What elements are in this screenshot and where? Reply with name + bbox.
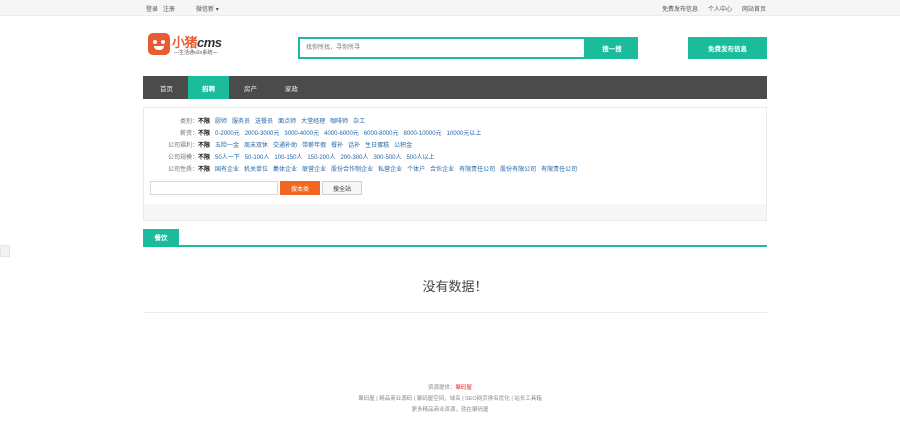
filter-option[interactable]: 公积金	[394, 140, 412, 149]
filter-label: 公司性质：	[167, 167, 198, 173]
filter-option[interactable]: 200-300人	[340, 152, 368, 161]
filter-option[interactable]: 股份合作制企业	[331, 164, 373, 173]
wechat-dropdown[interactable]: 微信新 ▾	[196, 4, 219, 13]
empty-message: 没有数据！	[422, 280, 488, 295]
footer-credit-link[interactable]: 聚码屋	[456, 385, 473, 391]
top-link-home[interactable]: 网站首页	[742, 4, 766, 13]
filter-label: 薪资：	[179, 131, 198, 137]
pig-logo-icon	[148, 33, 170, 55]
filter-option[interactable]: 50-100人	[245, 152, 270, 161]
filter-option-selected[interactable]: 不限	[198, 140, 210, 149]
post-free-button[interactable]: 免费发布信息	[688, 37, 767, 59]
filter-option[interactable]: 咖啡师	[330, 116, 348, 125]
filter-row-salary: 薪资： 不限 0-2000元 2000-3000元 3000-4000元 400…	[144, 128, 481, 137]
filter-option-selected[interactable]: 不限	[198, 128, 210, 137]
filter-option[interactable]: 面点师	[278, 116, 296, 125]
filter-row-company-size: 公司规模： 不限 50人一下 50-100人 100-150人 150-200人…	[144, 152, 435, 161]
search-category-button[interactable]: 搜本类	[280, 181, 320, 195]
nav-item-jobs[interactable]: 招聘	[188, 76, 229, 99]
register-link[interactable]: 注册	[163, 4, 175, 13]
filter-option[interactable]: 3000-4000元	[284, 128, 319, 137]
filter-option[interactable]: 带薪年假	[302, 140, 326, 149]
keyword-input[interactable]	[150, 181, 278, 195]
filter-option[interactable]: 合伙企业	[430, 164, 454, 173]
search-button[interactable]: 搜一搜	[586, 37, 638, 59]
nav-item-housekeeping[interactable]: 家政	[271, 76, 312, 99]
filter-option[interactable]: 150-200人	[307, 152, 335, 161]
filter-option[interactable]: 集体企业	[273, 164, 297, 173]
filter-option[interactable]: 100-150人	[274, 152, 302, 161]
filter-option[interactable]: 餐补	[331, 140, 343, 149]
filter-option[interactable]: 机关单位	[244, 164, 268, 173]
search-box	[298, 37, 586, 59]
filter-option[interactable]: 8000-10000元	[404, 128, 442, 137]
filter-option[interactable]: 联营企业	[302, 164, 326, 173]
category-tab[interactable]: 餐饮	[143, 229, 179, 245]
filter-option[interactable]: 0-2000元	[215, 128, 240, 137]
footer-tagline: 更多精品商业资源，就在聚码屋	[411, 407, 489, 413]
filter-option[interactable]: 有限责任公司	[459, 164, 495, 173]
filter-option[interactable]: 话补	[348, 140, 360, 149]
logo-subtitle: —生活通o2o系统—	[174, 50, 218, 56]
filter-option[interactable]: 交通补助	[273, 140, 297, 149]
nav-item-home[interactable]: 首页	[146, 76, 187, 99]
search-input[interactable]	[300, 39, 584, 57]
filter-option[interactable]: 杂工	[353, 116, 365, 125]
filter-row-company-type: 公司性质： 不限 国有企业 机关单位 集体企业 联营企业 股份合作制企业 私营企…	[144, 164, 577, 173]
top-bar-right: 免费发布信息 个人中心 网站首页	[662, 4, 766, 13]
filter-option[interactable]: 2000-3000元	[245, 128, 280, 137]
filter-option[interactable]: 生日蛋糕	[365, 140, 389, 149]
filter-option[interactable]: 50人一下	[215, 152, 240, 161]
filter-option[interactable]: 大堂经理	[301, 116, 325, 125]
main-nav: 首页 招聘 房产 家政	[143, 76, 767, 99]
filter-option-selected[interactable]: 不限	[198, 164, 210, 173]
site-logo[interactable]: 小猪cms —生活通o2o系统—	[148, 32, 230, 60]
content-divider	[143, 312, 767, 313]
filter-option[interactable]: 300-500人	[373, 152, 401, 161]
filter-option[interactable]: 个体户	[407, 164, 425, 173]
filter-option[interactable]: 4000-6000元	[324, 128, 359, 137]
filter-option[interactable]: 周末双休	[244, 140, 268, 149]
top-link-post-free[interactable]: 免费发布信息	[662, 4, 698, 13]
filter-label: 公司规模：	[167, 155, 198, 161]
filter-option-selected[interactable]: 不限	[198, 152, 210, 161]
filter-panel-footer	[144, 204, 766, 220]
footer-links[interactable]: 聚码屋 | 精品商业源码 | 聚码屋空间，域名 | SEO网页排名优化 | 站长…	[0, 394, 900, 402]
filter-option[interactable]: 国有企业	[215, 164, 239, 173]
footer-credit-label: 资源提供：	[427, 385, 456, 391]
filter-option[interactable]: 有限责任公司	[541, 164, 577, 173]
category-divider	[143, 245, 767, 247]
filter-option-selected[interactable]: 不限	[198, 116, 210, 125]
filter-option[interactable]: 五险一金	[215, 140, 239, 149]
top-bar-left: 登录 注册 微信新 ▾	[146, 4, 219, 13]
filter-row-benefits: 公司福利： 不限 五险一金 周末双休 交通补助 带薪年假 餐补 话补 生日蛋糕 …	[144, 140, 412, 149]
top-link-user-center[interactable]: 个人中心	[708, 4, 732, 13]
filter-option[interactable]: 私营企业	[378, 164, 402, 173]
footer-credit: 资源提供：聚码屋	[0, 383, 900, 391]
search-site-button[interactable]: 搜全站	[322, 181, 362, 195]
filter-label: 公司福利：	[167, 143, 198, 149]
filter-label: 类别：	[179, 119, 198, 125]
filter-option[interactable]: 股份有限公司	[500, 164, 536, 173]
top-bar: 登录 注册 微信新 ▾ 免费发布信息 个人中心 网站首页	[0, 0, 900, 16]
filter-option[interactable]: 10000元以上	[447, 128, 482, 137]
login-link[interactable]: 登录	[146, 4, 158, 13]
filter-option[interactable]: 服务员	[232, 116, 250, 125]
filter-option[interactable]: 厨师	[215, 116, 227, 125]
side-handle[interactable]	[0, 245, 10, 257]
filter-option[interactable]: 6000-8000元	[364, 128, 399, 137]
filter-panel: 类别： 不限 厨师 服务员 送餐员 面点师 大堂经理 咖啡师 杂工 薪资： 不限…	[143, 107, 767, 221]
filter-option[interactable]: 送餐员	[255, 116, 273, 125]
filter-row-category: 类别： 不限 厨师 服务员 送餐员 面点师 大堂经理 咖啡师 杂工	[144, 116, 365, 125]
filter-option[interactable]: 500人以上	[407, 152, 435, 161]
nav-item-housing[interactable]: 房产	[230, 76, 271, 99]
